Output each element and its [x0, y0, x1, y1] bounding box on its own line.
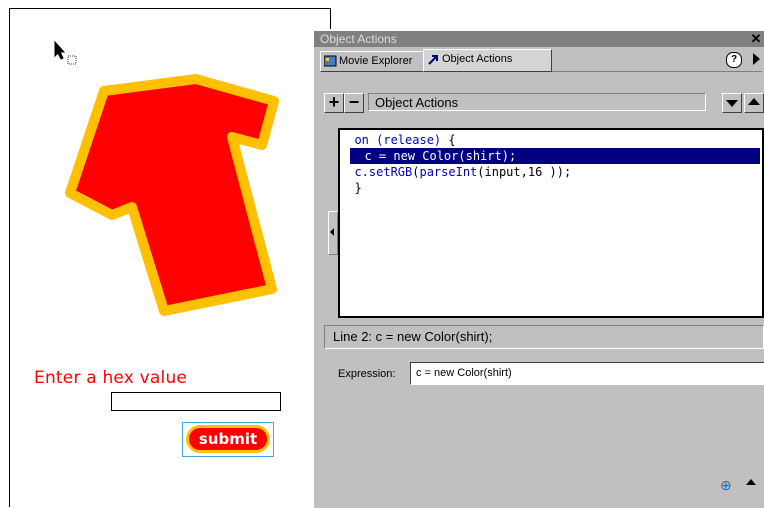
code-line[interactable]: on (release) { [340, 132, 762, 148]
remove-action-button[interactable]: − [344, 93, 364, 113]
hex-input[interactable] [111, 392, 281, 411]
code-line-selected[interactable]: c = new Color(shirt); [350, 148, 760, 164]
collapse-icon[interactable] [746, 479, 756, 485]
panel-titlebar[interactable]: Object Actions ✕ [314, 31, 764, 47]
code-text: { [441, 133, 456, 147]
arrow-icon [428, 55, 438, 65]
tab-object-actions[interactable]: Object Actions [423, 49, 552, 72]
code-keyword: on (release) [354, 133, 442, 147]
add-action-button[interactable]: + [324, 93, 344, 113]
close-icon[interactable]: ✕ [750, 32, 762, 45]
target-icon[interactable]: ⊕ [720, 478, 734, 492]
code-line[interactable]: } [340, 180, 762, 196]
submit-selection[interactable]: submit [182, 422, 274, 457]
help-button[interactable]: ? [726, 52, 742, 68]
tab-object-actions-label: Object Actions [442, 53, 513, 65]
submit-button[interactable]: submit [186, 425, 270, 453]
move-up-button[interactable] [744, 93, 764, 113]
code-text: } [354, 181, 362, 195]
tab-movie-explorer[interactable]: Movie Explorer [320, 51, 439, 72]
expression-field[interactable]: c = new Color(shirt) [410, 362, 764, 385]
toolbar-title: Object Actions [368, 93, 706, 111]
panel-menu-icon[interactable] [753, 53, 760, 65]
script-editor[interactable]: on (release) { c = new Color(shirt); c.s… [338, 128, 764, 318]
arrow-cursor-icon [54, 41, 77, 65]
panel-title: Object Actions [320, 32, 397, 46]
movie-explorer-icon [324, 55, 337, 67]
tab-movie-explorer-label: Movie Explorer [339, 55, 413, 67]
actions-toolbar: + − Object Actions [324, 93, 764, 115]
code-keyword: c.setRGB [354, 165, 413, 179]
code-keyword: parseInt [419, 165, 478, 179]
hex-label: Enter a hex value [34, 368, 188, 388]
stage: Enter a hex value submit [9, 8, 331, 507]
status-line: Line 2: c = new Color(shirt); [324, 325, 764, 349]
move-down-button[interactable] [722, 93, 742, 113]
collapse-handle[interactable] [328, 211, 338, 255]
shirt-graphic [65, 74, 279, 316]
code-text: (input,16 )); [477, 165, 572, 179]
panel-tabs: Movie Explorer Object Actions ? [320, 49, 762, 72]
code-line[interactable]: c.setRGB(parseInt(input,16 )); [340, 164, 762, 180]
expression-label: Expression: [338, 368, 396, 380]
object-actions-panel: Object Actions ✕ Movie Explorer Object A… [312, 29, 764, 508]
